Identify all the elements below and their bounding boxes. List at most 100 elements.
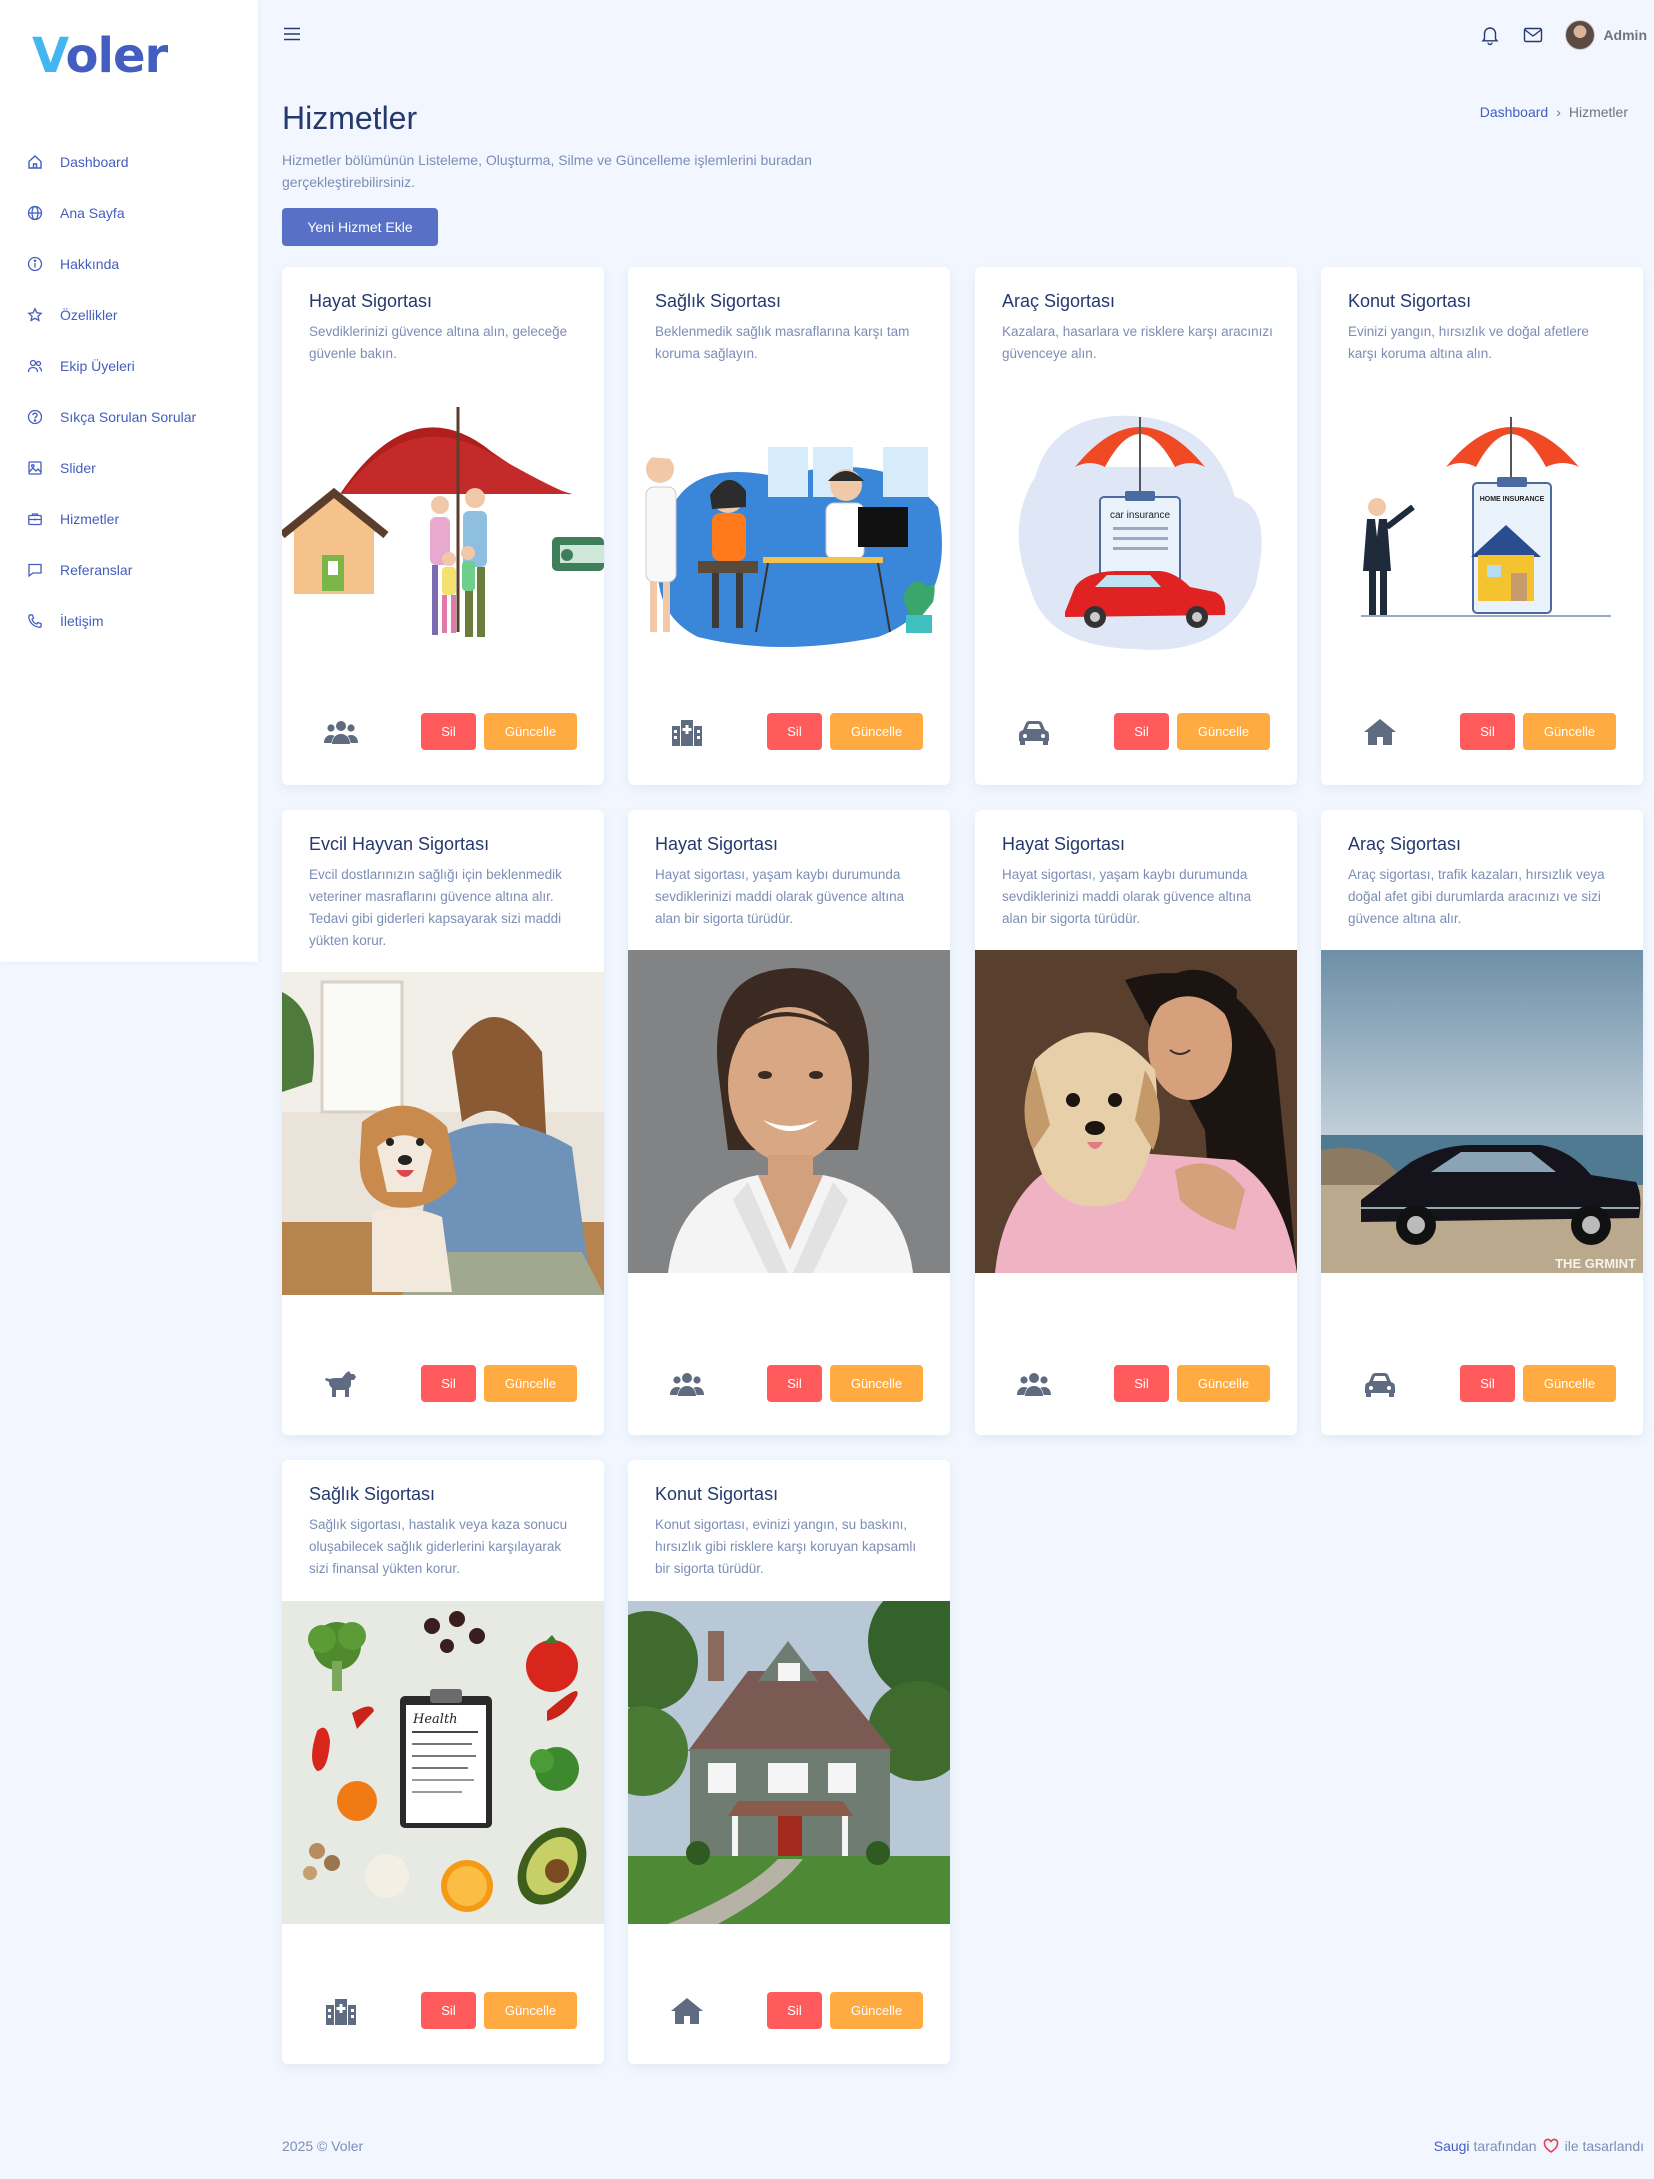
card-description: Sevdiklerinizi güvence altına alın, gele…	[309, 324, 568, 361]
service-card: Sağlık Sigortası Beklenmedik sağlık masr…	[628, 267, 950, 785]
card-image: HOME INSURANCE	[1321, 387, 1643, 709]
delete-button[interactable]: Sil	[1460, 1365, 1515, 1402]
card-title: Konut Sigortası	[655, 1484, 779, 1504]
avatar[interactable]	[1565, 20, 1596, 50]
delete-button[interactable]: Sil	[1460, 713, 1515, 750]
card-description: Araç sigortası, trafik kazaları, hırsızl…	[1348, 867, 1605, 926]
card-description: Beklenmedik sağlık masraflarına karşı ta…	[655, 324, 910, 361]
users-icon	[324, 721, 358, 744]
update-button[interactable]: Güncelle	[1177, 713, 1270, 750]
update-button[interactable]: Güncelle	[1523, 713, 1616, 750]
sidebar-item-hizmetler[interactable]: Hizmetler	[26, 493, 246, 544]
sidebar-item-ozellikler[interactable]: Özellikler	[26, 289, 246, 340]
card-title: Araç Sigortası	[1348, 834, 1462, 854]
service-card: Hayat Sigortası Hayat sigortası, yaşam k…	[975, 810, 1297, 1435]
update-button[interactable]: Güncelle	[484, 1992, 577, 2029]
footer-author-link[interactable]: Saugi	[1434, 2138, 1470, 2154]
bell-icon[interactable]	[1479, 24, 1501, 46]
footer-copyright: 2025 © Voler	[282, 2138, 364, 2154]
heart-icon	[1543, 2138, 1558, 2153]
info-icon	[26, 255, 44, 273]
house-icon	[26, 153, 44, 171]
card-actions: Sil Güncelle	[282, 713, 604, 751]
sidebar-item-iletisim[interactable]: İletişim	[26, 595, 246, 646]
breadcrumb-separator-icon: ›	[1556, 104, 1561, 120]
delete-button[interactable]: Sil	[421, 1365, 476, 1402]
car-icon	[1365, 1373, 1395, 1397]
update-button[interactable]: Güncelle	[830, 1365, 923, 1402]
update-button[interactable]: Güncelle	[830, 713, 923, 750]
menu-toggle-icon[interactable]	[282, 24, 302, 44]
card-image: car insurance	[975, 387, 1297, 709]
home-icon	[671, 1998, 703, 2024]
card-actions: Sil Güncelle	[1321, 713, 1643, 751]
footer-by-text: tarafından	[1473, 2138, 1537, 2154]
update-button[interactable]: Güncelle	[830, 1992, 923, 2029]
sidebar-item-ana-sayfa[interactable]: Ana Sayfa	[26, 187, 246, 238]
card-description: Hayat sigortası, yaşam kaybı durumunda s…	[655, 867, 905, 926]
delete-button[interactable]: Sil	[1114, 713, 1169, 750]
card-image-text: THE GRMINT	[1555, 1256, 1636, 1271]
card-title: Hayat Sigortası	[309, 291, 433, 311]
card-title: Konut Sigortası	[1348, 291, 1472, 311]
page-title: Hizmetler	[282, 100, 418, 136]
brand-logo[interactable]: Voler	[32, 28, 168, 84]
card-actions: Sil Güncelle	[628, 713, 950, 751]
update-button[interactable]: Güncelle	[484, 713, 577, 750]
update-button[interactable]: Güncelle	[484, 1365, 577, 1402]
breadcrumb-current: Hizmetler	[1568, 104, 1628, 120]
chat-icon	[26, 561, 44, 579]
card-image	[282, 387, 604, 709]
card-actions: Sil Güncelle	[282, 1992, 604, 2030]
phone-icon	[26, 612, 44, 630]
delete-button[interactable]: Sil	[767, 713, 822, 750]
card-image-text: HOME INSURANCE	[1480, 496, 1545, 503]
card-description: Evcil dostlarınızın sağlığı için beklenm…	[309, 867, 562, 948]
sidebar-item-label: Slider	[60, 459, 96, 476]
hospital-icon	[672, 720, 702, 746]
sidebar-item-slider[interactable]: Slider	[26, 442, 246, 493]
delete-button[interactable]: Sil	[1114, 1365, 1169, 1402]
card-title: Evcil Hayvan Sigortası	[309, 834, 490, 854]
update-button[interactable]: Güncelle	[1523, 1365, 1616, 1402]
sidebar-item-referanslar[interactable]: Referanslar	[26, 544, 246, 595]
footer-credit: Saugi tarafından ile tasarlandı	[1434, 2138, 1644, 2154]
people-icon	[26, 357, 44, 375]
delete-button[interactable]: Sil	[421, 713, 476, 750]
sidebar-item-hakkinda[interactable]: Hakkında	[26, 238, 246, 289]
topbar-actions: Admin	[1479, 18, 1654, 52]
sidebar-menu: Dashboard Ana Sayfa Hakkında Özellikler …	[26, 136, 246, 646]
service-card: Sağlık Sigortası Sağlık sigortası, hasta…	[282, 1460, 604, 2064]
card-image	[975, 950, 1297, 1273]
card-image: THE GRMINT	[1321, 950, 1643, 1273]
sidebar-item-dashboard[interactable]: Dashboard	[26, 136, 246, 187]
star-icon	[26, 306, 44, 324]
delete-button[interactable]: Sil	[421, 1992, 476, 2029]
card-image	[282, 972, 604, 1295]
card-description: Konut sigortası, evinizi yangın, su bask…	[655, 1517, 917, 1576]
card-actions: Sil Güncelle	[628, 1365, 950, 1403]
card-image	[628, 950, 950, 1273]
card-image	[628, 1601, 950, 1924]
card-actions: Sil Güncelle	[282, 1365, 604, 1403]
card-actions: Sil Güncelle	[975, 1365, 1297, 1403]
card-title: Hayat Sigortası	[655, 834, 779, 854]
mail-icon[interactable]	[1522, 24, 1544, 46]
sidebar-item-ekip-uyeleri[interactable]: Ekip Üyeleri	[26, 340, 246, 391]
service-card: Hayat Sigortası Sevdiklerinizi güvence a…	[282, 267, 604, 785]
sidebar-item-sss[interactable]: Sıkça Sorulan Sorular	[26, 391, 246, 442]
update-button[interactable]: Güncelle	[1177, 1365, 1270, 1402]
users-icon	[1017, 1373, 1051, 1396]
users-icon	[670, 1373, 704, 1396]
service-card: Araç Sigortası Kazalara, hasarlara ve ri…	[975, 267, 1297, 785]
service-card: Araç Sigortası Araç sigortası, trafik ka…	[1321, 810, 1643, 1435]
image-icon	[26, 459, 44, 477]
footer-made-text: ile tasarlandı	[1564, 2138, 1644, 2154]
breadcrumb-dashboard-link[interactable]: Dashboard	[1480, 104, 1549, 120]
delete-button[interactable]: Sil	[767, 1992, 822, 2029]
add-service-button[interactable]: Yeni Hizmet Ekle	[282, 208, 438, 246]
user-name[interactable]: Admin	[1603, 27, 1647, 43]
card-actions: Sil Güncelle	[628, 1992, 950, 2030]
delete-button[interactable]: Sil	[767, 1365, 822, 1402]
dog-icon	[325, 1371, 356, 1397]
